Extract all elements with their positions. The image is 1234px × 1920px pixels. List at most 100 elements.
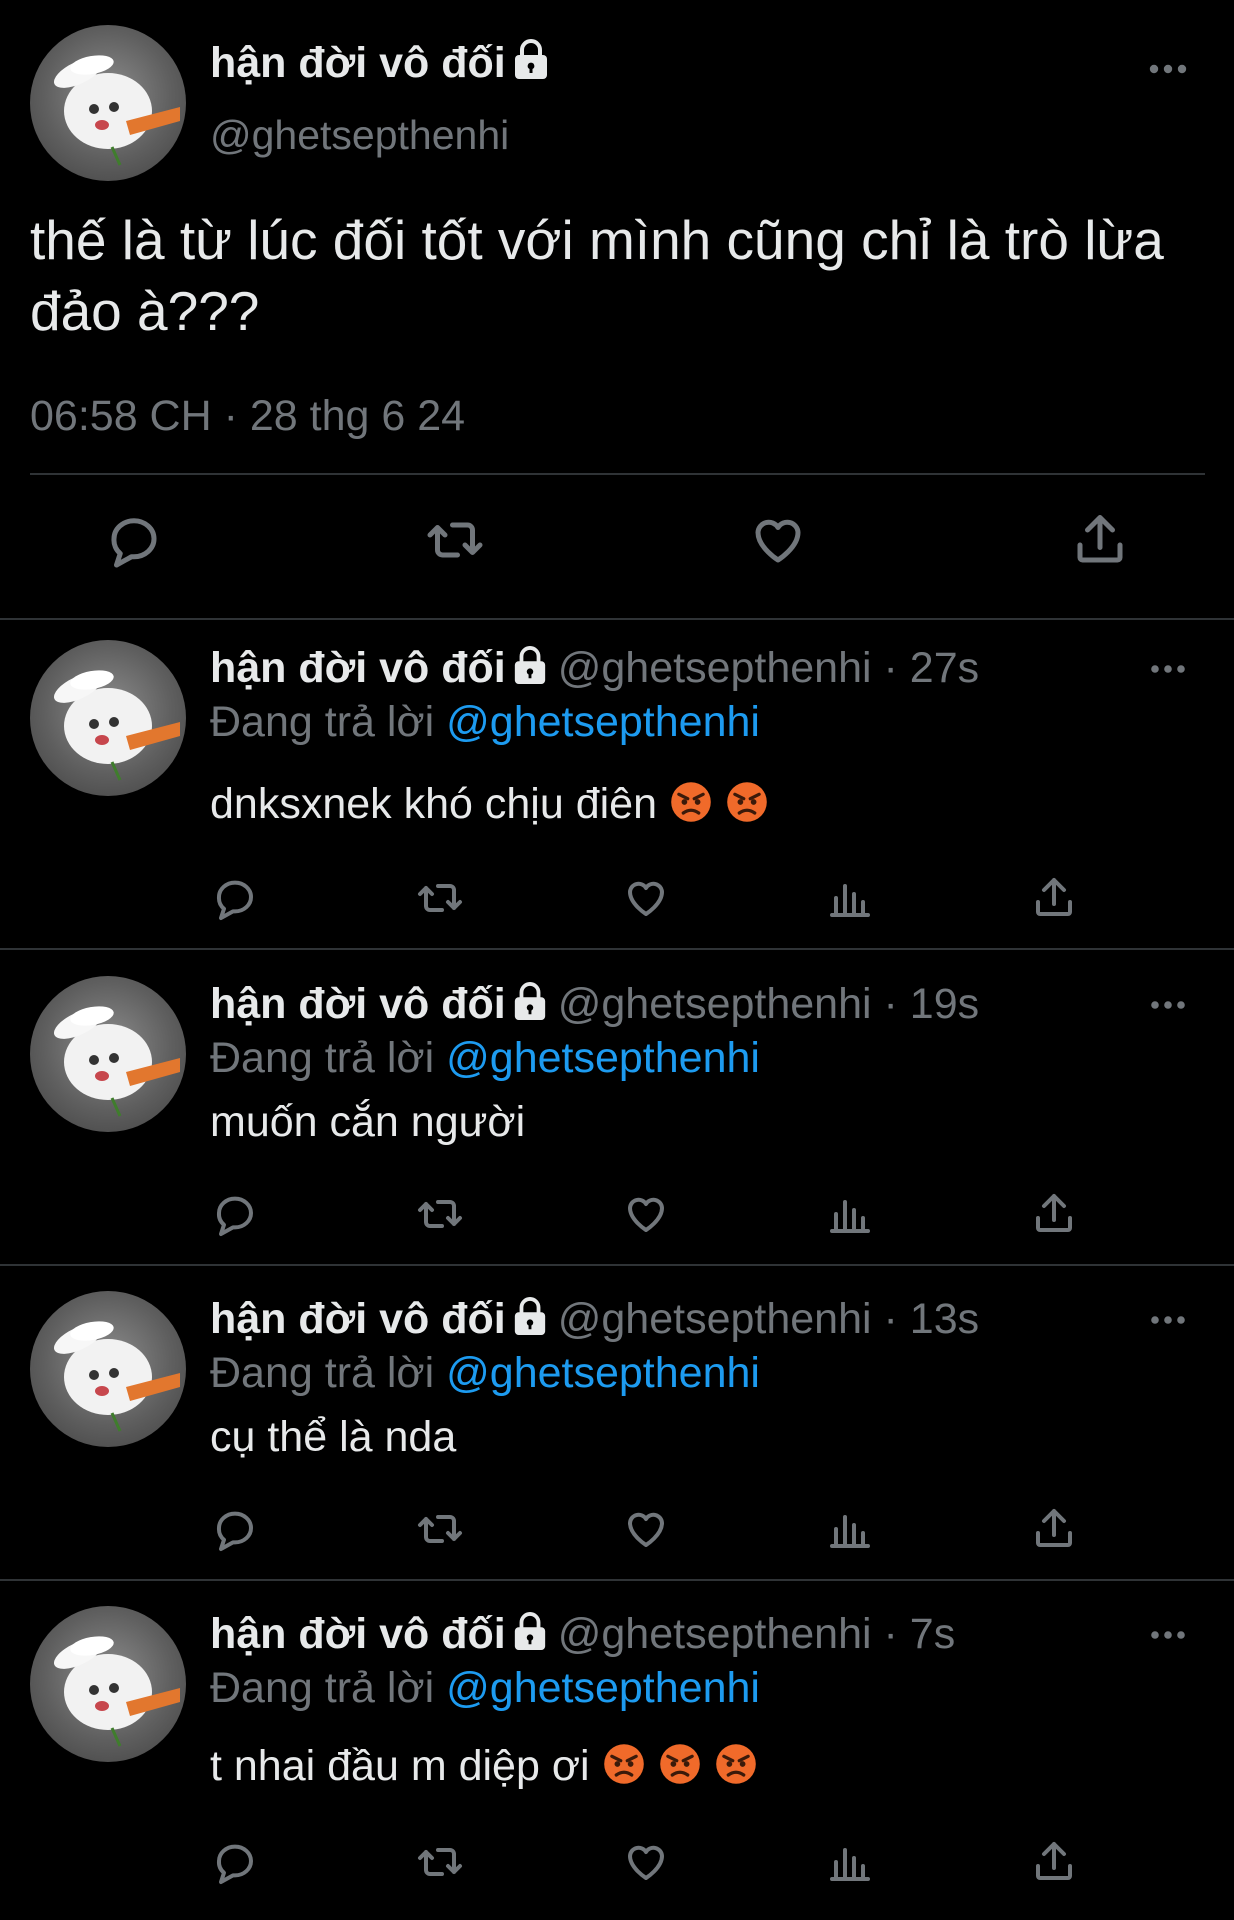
reply-header: hận đời vô đối @ghetsepthenhi · 13s: [210, 1295, 979, 1347]
divider: [0, 1264, 1234, 1266]
views-icon[interactable]: [826, 874, 874, 922]
avatar[interactable]: [30, 976, 186, 1132]
divider: [0, 948, 1234, 950]
share-icon[interactable]: [1030, 1838, 1078, 1886]
retweet-icon[interactable]: [416, 1505, 464, 1553]
reply-text: cụ thể là nda: [210, 1413, 457, 1461]
tweet-age[interactable]: · 19s: [872, 980, 980, 1028]
handle[interactable]: @ghetsepthenhi: [558, 1295, 872, 1343]
share-icon[interactable]: [1030, 1505, 1078, 1553]
display-name[interactable]: hận đời vô đối: [210, 1610, 506, 1658]
main-tweet: hận đời vô đối @ghetsepthenhi thế là từ …: [0, 0, 1234, 620]
avatar[interactable]: [30, 640, 186, 796]
share-icon[interactable]: [1070, 510, 1130, 570]
share-icon[interactable]: [1030, 874, 1078, 922]
handle[interactable]: @ghetsepthenhi: [210, 112, 509, 159]
reply-tweet[interactable]: hận đời vô đối @ghetsepthenhi · 19s Đang …: [0, 958, 1234, 1272]
replying-to-mention[interactable]: @ghetsepthenhi: [446, 1349, 760, 1397]
reply-header: hận đời vô đối @ghetsepthenhi · 7s: [210, 1610, 955, 1662]
replying-to-mention[interactable]: @ghetsepthenhi: [446, 1034, 760, 1082]
replying-to-mention[interactable]: @ghetsepthenhi: [446, 1664, 760, 1712]
reply-actions: [0, 1838, 1234, 1890]
like-icon[interactable]: [622, 1505, 670, 1553]
reply-tweet[interactable]: hận đời vô đối @ghetsepthenhi · 7s Đang t…: [0, 1588, 1234, 1918]
avatar-bunny-image: [53, 55, 180, 166]
handle[interactable]: @ghetsepthenhi: [558, 1610, 872, 1658]
angry-face-emoji: [602, 1742, 646, 1786]
emoji-group: [590, 1742, 758, 1790]
avatar[interactable]: [30, 1606, 186, 1762]
replying-to-label: Đang trả lời: [210, 1664, 435, 1712]
reply-actions: [0, 874, 1234, 926]
lock-icon: [512, 38, 550, 91]
angry-face-emoji: [725, 780, 769, 824]
views-icon[interactable]: [826, 1505, 874, 1553]
tweet-age[interactable]: · 13s: [872, 1295, 980, 1343]
angry-face-emoji: [669, 780, 713, 824]
more-options-icon[interactable]: [1150, 998, 1186, 1016]
replying-to-mention[interactable]: @ghetsepthenhi: [446, 698, 760, 746]
tweet-timestamp[interactable]: 06:58 CH · 28 thg 6 24: [30, 392, 465, 441]
reply-text: t nhai đầu m diệp ơi: [210, 1742, 590, 1790]
reply-header: hận đời vô đối @ghetsepthenhi · 19s: [210, 980, 979, 1032]
angry-face-emoji: [658, 1742, 702, 1786]
display-name[interactable]: hận đời vô đối: [210, 980, 506, 1028]
views-icon[interactable]: [826, 1838, 874, 1886]
lock-icon: [512, 645, 548, 696]
divider: [0, 618, 1234, 620]
reply-icon[interactable]: [104, 510, 164, 570]
reply-text: dnksxnek khó chịu điên: [210, 780, 658, 828]
avatar[interactable]: [30, 1291, 186, 1447]
tweet-age[interactable]: · 27s: [872, 644, 980, 692]
reply-tweet[interactable]: hận đời vô đối @ghetsepthenhi · 27s Đang …: [0, 622, 1234, 956]
retweet-icon[interactable]: [425, 510, 485, 570]
more-options-icon[interactable]: [1150, 662, 1186, 680]
avatar[interactable]: [30, 25, 186, 181]
avatar-bunny-image: [53, 1321, 180, 1432]
display-name[interactable]: hận đời vô đối: [210, 1295, 506, 1343]
tweet-thread-page: hận đời vô đối @ghetsepthenhi thế là từ …: [0, 0, 1234, 1920]
replying-to: Đang trả lời @ghetsepthenhi: [210, 1349, 760, 1398]
like-icon[interactable]: [622, 1838, 670, 1886]
reply-body: cụ thể là nda: [210, 1413, 456, 1462]
lock-icon: [512, 1296, 548, 1347]
reply-body: t nhai đầu m diệp ơi: [210, 1742, 758, 1791]
display-name[interactable]: hận đời vô đối: [210, 644, 506, 692]
share-icon[interactable]: [1030, 1190, 1078, 1238]
reply-icon[interactable]: [211, 1505, 259, 1553]
divider: [0, 1579, 1234, 1581]
views-icon[interactable]: [826, 1190, 874, 1238]
more-options-icon[interactable]: [1150, 1313, 1186, 1331]
replying-to: Đang trả lời @ghetsepthenhi: [210, 698, 760, 747]
reply-icon[interactable]: [211, 1190, 259, 1238]
emoji-group: [657, 780, 769, 828]
retweet-icon[interactable]: [416, 874, 464, 922]
more-options-icon[interactable]: [1150, 1628, 1186, 1646]
avatar-bunny-image: [53, 670, 180, 781]
like-icon[interactable]: [622, 874, 670, 922]
handle[interactable]: @ghetsepthenhi: [558, 980, 872, 1028]
reply-actions: [0, 1505, 1234, 1557]
divider: [30, 473, 1205, 475]
display-name[interactable]: hận đời vô đối: [210, 38, 550, 91]
tweet-text: thế là từ lúc đối tốt với mình cũng chỉ …: [30, 209, 1164, 342]
lock-icon: [512, 981, 548, 1032]
reply-body: dnksxnek khó chịu điên: [210, 780, 769, 829]
angry-face-emoji: [714, 1742, 758, 1786]
reply-tweet[interactable]: hận đời vô đối @ghetsepthenhi · 13s Đang …: [0, 1273, 1234, 1587]
more-options-icon[interactable]: [1148, 62, 1188, 80]
like-icon[interactable]: [748, 510, 808, 570]
tweet-age[interactable]: · 7s: [872, 1610, 956, 1658]
tweet-actions: [0, 510, 1234, 580]
handle[interactable]: @ghetsepthenhi: [558, 644, 872, 692]
replying-to-label: Đang trả lời: [210, 1034, 435, 1082]
retweet-icon[interactable]: [416, 1190, 464, 1238]
replying-to: Đang trả lời @ghetsepthenhi: [210, 1664, 760, 1713]
retweet-icon[interactable]: [416, 1838, 464, 1886]
reply-icon[interactable]: [211, 874, 259, 922]
like-icon[interactable]: [622, 1190, 670, 1238]
avatar-bunny-image: [53, 1006, 180, 1117]
reply-actions: [0, 1190, 1234, 1242]
replying-to-label: Đang trả lời: [210, 698, 435, 746]
reply-icon[interactable]: [211, 1838, 259, 1886]
